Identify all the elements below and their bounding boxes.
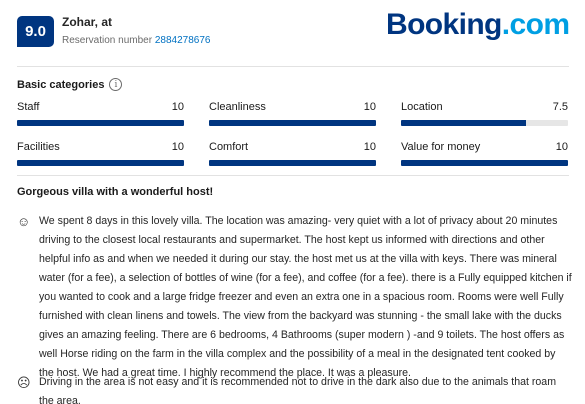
category-bar bbox=[17, 160, 184, 166]
category-cleanliness: Cleanliness 10 bbox=[209, 101, 376, 126]
logo-suffix: .com bbox=[501, 8, 570, 41]
review-title: Gorgeous villa with a wonderful host! bbox=[17, 186, 214, 198]
category-bar-fill bbox=[401, 160, 568, 166]
review-negative: ☹ Driving in the area is not easy and it… bbox=[17, 373, 572, 404]
review-positive-text: We spent 8 days in this lovely villa. Th… bbox=[39, 215, 572, 379]
category-label: Cleanliness bbox=[209, 101, 266, 113]
review-negative-text: Driving in the area is not easy and it i… bbox=[39, 376, 557, 404]
category-label: Facilities bbox=[17, 141, 60, 153]
categories-title: Basic categories bbox=[17, 78, 105, 91]
reservation-number[interactable]: 2884278676 bbox=[155, 35, 211, 46]
booking-logo: Booking.com bbox=[386, 8, 570, 42]
category-bar bbox=[17, 120, 184, 126]
categories-heading: Basic categories i bbox=[17, 78, 123, 91]
category-bar bbox=[209, 160, 376, 166]
category-bar-fill bbox=[17, 160, 184, 166]
category-score: 10 bbox=[171, 101, 184, 113]
category-label: Value for money bbox=[401, 141, 481, 153]
category-facilities: Facilities 10 bbox=[17, 141, 184, 166]
category-label: Comfort bbox=[209, 141, 249, 153]
sad-face-icon: ☹ bbox=[17, 375, 31, 390]
category-bar-fill bbox=[17, 120, 184, 126]
category-score: 10 bbox=[363, 141, 376, 153]
reviewer-name: Zohar, at bbox=[62, 15, 113, 29]
review-score-badge: 9.0 bbox=[17, 16, 54, 47]
review-positive: ☺ We spent 8 days in this lovely villa. … bbox=[17, 212, 572, 383]
category-bar bbox=[209, 120, 376, 126]
info-icon[interactable]: i bbox=[109, 78, 123, 91]
category-score: 10 bbox=[171, 141, 184, 153]
category-location: Location 7.5 bbox=[401, 101, 568, 126]
category-value-for-money: Value for money 10 bbox=[401, 141, 568, 166]
logo-main: Booking bbox=[386, 8, 502, 41]
category-label: Staff bbox=[17, 101, 40, 113]
category-bar-fill bbox=[209, 160, 376, 166]
reservation-label: Reservation number bbox=[62, 35, 153, 46]
category-score: 7.5 bbox=[552, 101, 568, 113]
smiley-face-icon: ☺ bbox=[17, 214, 31, 229]
category-bar-fill bbox=[209, 120, 376, 126]
category-bar-fill bbox=[401, 120, 527, 126]
category-score: 10 bbox=[555, 141, 568, 153]
section-divider bbox=[17, 175, 569, 176]
header-divider bbox=[17, 66, 569, 67]
category-comfort: Comfort 10 bbox=[209, 141, 376, 166]
category-bar bbox=[401, 120, 568, 126]
category-label: Location bbox=[401, 101, 443, 113]
category-staff: Staff 10 bbox=[17, 101, 184, 126]
category-bar bbox=[401, 160, 568, 166]
reservation-info: Reservation number 2884278676 bbox=[62, 35, 210, 46]
category-score: 10 bbox=[363, 101, 376, 113]
